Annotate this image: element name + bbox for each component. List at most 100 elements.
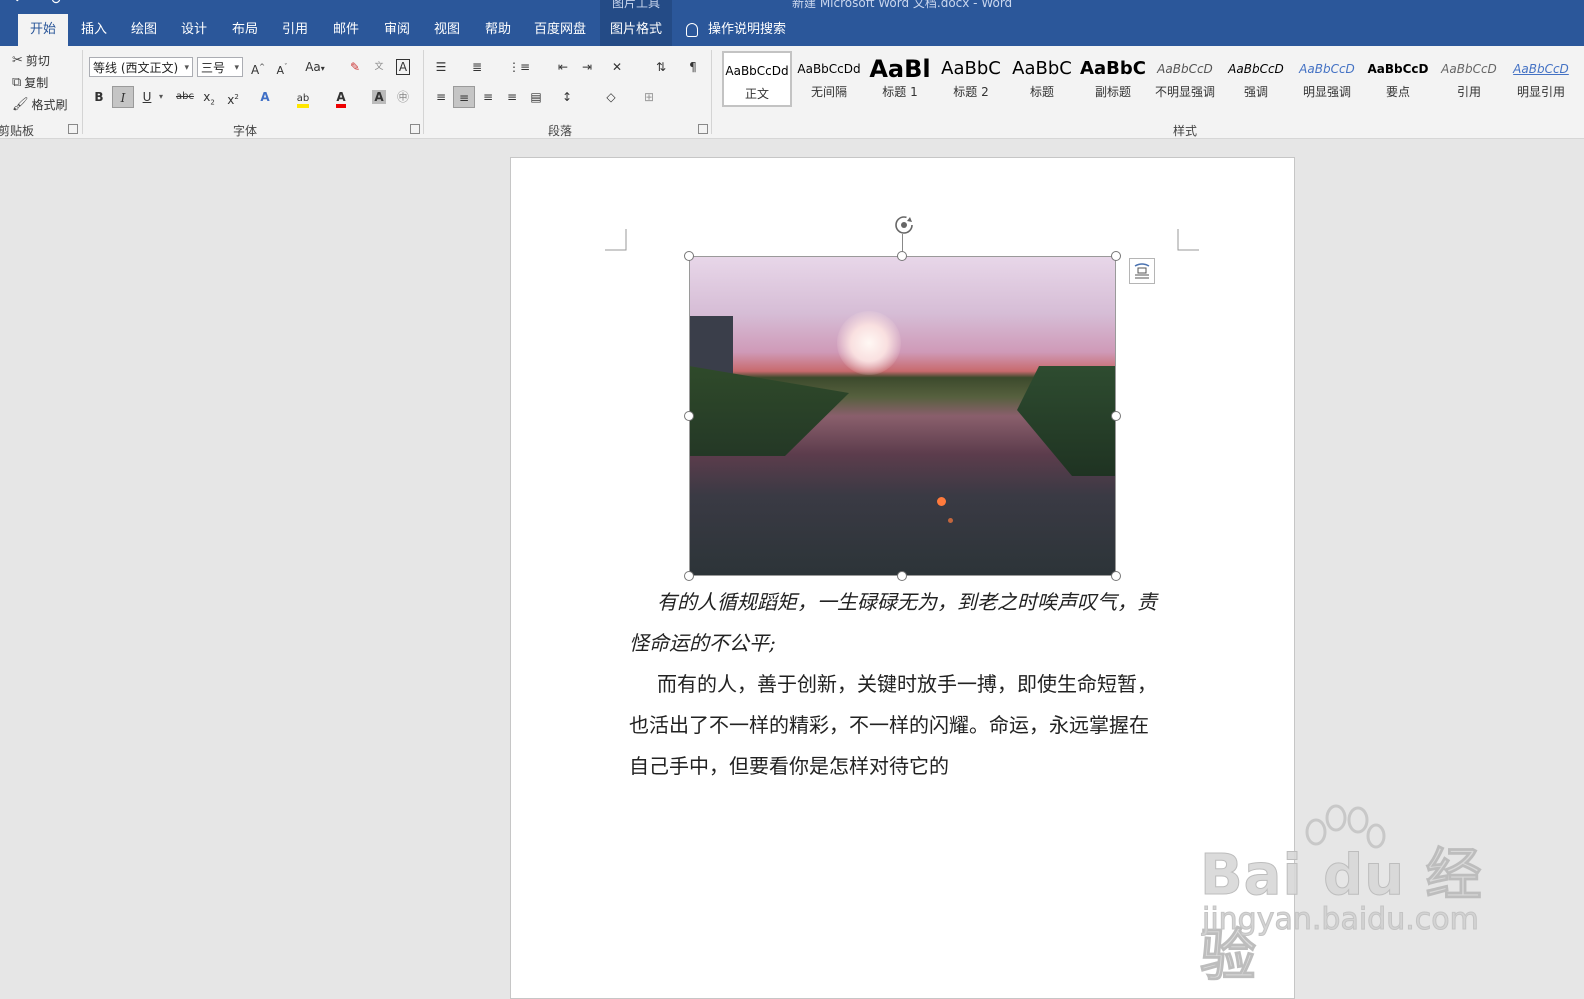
style-normal[interactable]: AaBbCcDd 正文 xyxy=(722,51,792,107)
highlight-icon[interactable]: ab xyxy=(292,86,314,108)
chevron-down-icon: ▾ xyxy=(234,63,239,73)
resize-handle-top[interactable] xyxy=(897,251,907,261)
tab-design[interactable]: 设计 xyxy=(172,14,216,46)
resize-handle-bottom-right[interactable] xyxy=(1111,571,1121,581)
rotate-handle-icon[interactable] xyxy=(893,214,915,236)
bold-button[interactable]: B xyxy=(88,86,110,108)
show-formatting-icon[interactable]: ¶ xyxy=(682,56,704,78)
sort-icon[interactable]: ⇅ xyxy=(650,56,672,78)
distributed-icon[interactable]: ▤ xyxy=(525,86,547,108)
style-subtle-emphasis[interactable]: AaBbCcD 不明显强调 xyxy=(1150,51,1220,107)
style-title[interactable]: AaBbC 标题 xyxy=(1007,51,1077,107)
picture-light-spot xyxy=(937,497,946,506)
tab-layout[interactable]: 布局 xyxy=(222,14,268,46)
redo-icon[interactable]: ↻ xyxy=(50,0,62,8)
change-case-button[interactable]: Aa▾ xyxy=(300,56,330,78)
style-sample: AaBbCcD xyxy=(1228,62,1284,76)
tab-view[interactable]: 视图 xyxy=(423,14,471,46)
paragraph-launcher-icon[interactable] xyxy=(698,124,708,134)
tab-mailings[interactable]: 邮件 xyxy=(322,14,370,46)
style-heading-2[interactable]: AaBbC 标题 2 xyxy=(936,51,1006,107)
text-line: 怪命运的不公平; xyxy=(629,631,776,655)
style-intense-quote[interactable]: AaBbCcD 明显引用 xyxy=(1506,51,1576,107)
font-size-select[interactable]: 三号 ▾ xyxy=(197,57,243,77)
tab-review[interactable]: 审阅 xyxy=(373,14,421,46)
body-paragraph-2[interactable]: 而有的人，善于创新，关键时放手一搏，即使生命短暂， 也活出了不一样的精彩，不一样… xyxy=(629,664,1181,787)
tell-me-label: 操作说明搜索 xyxy=(708,22,787,37)
bullets-icon[interactable]: ☰ xyxy=(430,56,452,78)
tab-baidu-netdisk[interactable]: 百度网盘 xyxy=(526,14,594,46)
resize-handle-left[interactable] xyxy=(684,411,694,421)
body-paragraph-1[interactable]: 有的人循规蹈矩，一生碌碌无为，到老之时唉声叹气，责 怪命运的不公平; xyxy=(629,582,1181,664)
chinese-layout-icon[interactable]: ✕ xyxy=(606,56,628,78)
tell-me-search[interactable]: 操作说明搜索 xyxy=(686,14,786,46)
text-line: 也活出了不一样的精彩，不一样的闪耀。命运，永远掌握在 xyxy=(629,713,1149,737)
resize-handle-top-left[interactable] xyxy=(684,251,694,261)
shading-icon[interactable]: ◇ xyxy=(600,86,622,108)
tab-references[interactable]: 引用 xyxy=(272,14,318,46)
copy-button[interactable]: ⧉ 复制 xyxy=(12,74,48,91)
align-left-icon[interactable]: ≡ xyxy=(430,86,452,108)
chevron-down-icon[interactable]: ▾ xyxy=(159,92,163,101)
align-right-icon[interactable]: ≡ xyxy=(477,86,499,108)
qat-dropdown-icon[interactable]: ▾ xyxy=(80,0,85,3)
format-painter-label: 格式刷 xyxy=(31,98,68,112)
undo-icon[interactable]: ↶ xyxy=(14,0,26,8)
multilevel-list-icon[interactable]: ⋮≡ xyxy=(508,56,530,78)
decrease-indent-icon[interactable]: ⇤ xyxy=(552,56,574,78)
enclose-char-icon[interactable]: ㊥ xyxy=(392,86,414,108)
font-name-select[interactable]: 等线 (西文正文) ▾ xyxy=(89,57,193,77)
justify-icon[interactable]: ≡ xyxy=(501,86,523,108)
style-no-spacing[interactable]: AaBbCcDd 无间隔 xyxy=(794,51,864,107)
align-center-icon[interactable]: ≡ xyxy=(453,86,475,108)
font-color-icon[interactable]: A xyxy=(330,86,352,108)
lightbulb-icon xyxy=(686,22,698,37)
subscript-button[interactable]: x2 xyxy=(198,86,220,108)
borders-icon[interactable]: ⊞ xyxy=(638,86,660,108)
numbering-icon[interactable]: ≣ xyxy=(466,56,488,78)
style-strong[interactable]: AaBbCcD 要点 xyxy=(1363,51,1433,107)
char-border-icon[interactable]: A xyxy=(392,56,414,78)
grow-font-button[interactable]: A^ xyxy=(247,56,269,78)
style-emphasis[interactable]: AaBbCcD 强调 xyxy=(1221,51,1291,107)
resize-handle-top-right[interactable] xyxy=(1111,251,1121,261)
style-intense-emphasis[interactable]: AaBbCcD 明显强调 xyxy=(1292,51,1362,107)
style-heading-1[interactable]: AaBl 标题 1 xyxy=(865,51,935,107)
style-quote[interactable]: AaBbCcD 引用 xyxy=(1434,51,1504,107)
picture-sun xyxy=(837,311,901,375)
superscript-button[interactable]: x2 xyxy=(222,86,244,108)
cut-button[interactable]: ✂ 剪切 xyxy=(12,52,50,69)
strikethrough-button[interactable]: abc xyxy=(174,86,196,108)
resize-handle-bottom[interactable] xyxy=(897,571,907,581)
styles-group-label: 样式 xyxy=(1172,124,1197,138)
resize-handle-right[interactable] xyxy=(1111,411,1121,421)
style-subtitle[interactable]: AaBbC 副标题 xyxy=(1078,51,1148,107)
font-group-label: 字体 xyxy=(232,124,257,138)
font-launcher-icon[interactable] xyxy=(410,124,420,134)
line-spacing-icon[interactable]: ↕ xyxy=(556,86,578,108)
document-page[interactable]: 有的人循规蹈矩，一生碌碌无为，到老之时唉声叹气，责 怪命运的不公平; 而有的人，… xyxy=(510,157,1295,999)
clipboard-launcher-icon[interactable] xyxy=(68,124,78,134)
tab-insert[interactable]: 插入 xyxy=(72,14,116,46)
style-name: 引用 xyxy=(1456,85,1481,99)
text-effects-icon[interactable]: A xyxy=(254,86,276,108)
style-sample: AaBbCcDd xyxy=(725,64,789,78)
tab-draw[interactable]: 绘图 xyxy=(122,14,166,46)
increase-indent-icon[interactable]: ⇥ xyxy=(576,56,598,78)
style-sample: AaBbCcDd xyxy=(797,62,861,76)
phonetic-guide-icon[interactable]: 文 xyxy=(368,56,390,78)
italic-button[interactable]: I xyxy=(112,86,134,108)
style-sample: AaBbC xyxy=(941,58,1001,79)
clear-formatting-icon[interactable]: ✎ xyxy=(344,56,366,78)
margin-corner-mark xyxy=(1177,229,1199,251)
underline-button[interactable]: U xyxy=(136,86,158,108)
inserted-picture[interactable] xyxy=(689,256,1116,576)
layout-options-icon[interactable] xyxy=(1129,258,1155,284)
resize-handle-bottom-left[interactable] xyxy=(684,571,694,581)
tab-help[interactable]: 帮助 xyxy=(474,14,522,46)
tab-picture-format[interactable]: 图片格式 xyxy=(600,14,672,46)
tab-home[interactable]: 开始 xyxy=(18,14,68,46)
shrink-font-button[interactable]: Aˇ xyxy=(271,56,293,78)
char-shading-icon[interactable]: A xyxy=(368,86,390,108)
format-painter-button[interactable]: 🖌 格式刷 xyxy=(12,96,68,113)
